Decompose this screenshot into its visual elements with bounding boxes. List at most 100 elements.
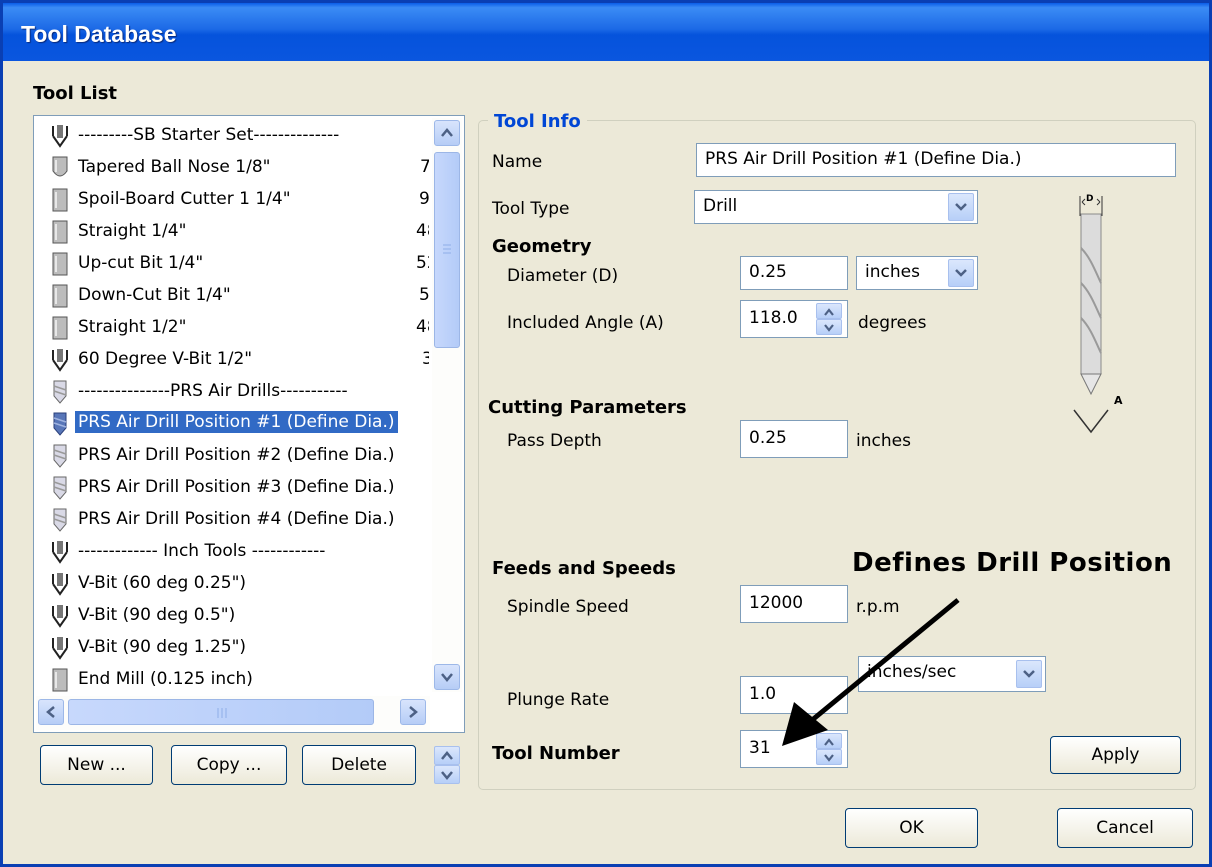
tool-item-name: Down-Cut Bit 1/4" [78,285,231,305]
chevron-down-icon [441,771,453,780]
title-bar[interactable]: Tool Database [3,3,1209,61]
tool-item-name: PRS Air Drill Position #1 (Define Dia.) [75,411,398,433]
feeds-speeds-heading: Feeds and Speeds [492,558,676,579]
tool-list-item[interactable]: V-Bit (60 deg 0.25") [34,568,429,600]
vertical-scrollbar[interactable] [432,118,462,692]
drill-diagram [1073,196,1109,434]
chevron-down-icon [1023,670,1035,678]
tool-info-title: Tool Info [488,111,587,132]
diameter-units-dropdown-button[interactable] [948,259,974,287]
drill-icon [53,412,67,436]
tool-list-item[interactable]: ------------- Inch Tools ------------ [34,536,429,568]
drill-icon [53,444,67,468]
chevron-right-icon [409,706,418,718]
grip-icon [443,244,451,254]
chevron-down-icon [441,673,453,682]
move-down-button[interactable] [434,765,460,784]
pass-depth-label: Pass Depth [507,431,602,451]
endmill-icon [52,252,68,276]
tool-list-item[interactable]: PRS Air Drill Position #3 (Define Dia.) [34,472,429,504]
tool-type-value: Drill [703,196,738,216]
tool-type-select[interactable]: Drill [694,190,978,224]
drill-icon [53,380,67,404]
vertical-scroll-thumb[interactable] [434,152,460,348]
vbit-icon [52,349,68,372]
tool-item-name: ------------- Inch Tools ------------ [78,541,326,561]
scroll-right-button[interactable] [400,699,426,725]
diameter-units-value: inches [865,262,920,282]
angle-decrement-button[interactable] [816,319,842,335]
included-angle-spinner[interactable] [816,303,842,335]
tool-type-dropdown-button[interactable] [948,193,974,221]
move-up-button[interactable] [434,746,460,765]
chevron-left-icon [46,706,55,718]
tool-item-name: Straight 1/2" [78,317,187,337]
endmill-icon [52,188,68,212]
tool-list-item[interactable]: 60 Degree V-Bit 1/2" 37-8 [34,344,429,376]
geometry-heading: Geometry [492,236,592,257]
tool-item-name: ---------SB Starter Set-------------- [78,125,340,145]
tool-list-item[interactable]: Tapered Ball Nose 1/8" 77-1 [34,152,429,184]
tool-item-name: Straight 1/4" [78,221,187,241]
cancel-button[interactable]: Cancel [1057,808,1193,848]
spindle-speed-label: Spindle Speed [507,597,629,617]
name-label: Name [492,152,543,172]
tool-list-item[interactable]: V-Bit (90 deg 1.25") [34,632,429,664]
tool-list-item[interactable]: Straight 1/2" 48-07 [34,312,429,344]
tool-item-code: 57-91 [419,285,429,305]
tool-list-item[interactable]: End Mill (0.125 inch) [34,664,429,694]
tool-list-item[interactable]: PRS Air Drill Position #4 (Define Dia.) [34,504,429,536]
rate-units-dropdown-button[interactable] [1016,660,1042,688]
scroll-left-button[interactable] [38,699,64,725]
tool-item-name: PRS Air Drill Position #2 (Define Dia.) [78,445,395,465]
apply-button[interactable]: Apply [1050,736,1181,774]
tool-item-name: PRS Air Drill Position #4 (Define Dia.) [78,509,395,529]
vbit-icon [52,573,68,596]
apply-button-label: Apply [1091,745,1140,765]
angle-increment-button[interactable] [816,303,842,319]
pass-depth-units-label: inches [856,431,911,451]
scroll-down-button[interactable] [434,664,460,690]
tool-list-item[interactable]: ---------SB Starter Set-------------- [34,120,429,152]
vbit-icon [52,541,68,564]
tool-list-item[interactable]: Spoil-Board Cutter 1 1/4" 91-0 [34,184,429,216]
vbit-icon [52,605,68,628]
ok-button[interactable]: OK [845,808,978,848]
reorder-spinner[interactable] [434,746,460,784]
diameter-input[interactable]: 0.25 [740,256,848,290]
tool-item-code: 91-0 [419,189,429,209]
tool-item-name: Spoil-Board Cutter 1 1/4" [78,189,291,209]
tool-item-code: 52-91 [416,253,429,273]
endmill-icon [52,220,68,244]
tool-item-name: ---------------PRS Air Drills----------- [78,381,348,401]
copy-tool-button[interactable]: Copy ... [171,745,287,785]
tool-list-item[interactable]: Down-Cut Bit 1/4" 57-91 [34,280,429,312]
new-tool-button[interactable]: New ... [40,745,153,785]
plunge-rate-label: Plunge Rate [507,690,610,710]
tool-list[interactable]: ---------SB Starter Set-------------- Tap… [33,115,465,733]
tool-item-code: 77-1 [420,157,429,177]
delete-tool-button[interactable]: Delete [302,745,416,785]
tool-item-name: V-Bit (60 deg 0.25") [78,573,247,593]
drill-icon [53,476,67,500]
tool-list-item[interactable]: ---------------PRS Air Drills----------- [34,376,429,408]
tool-name-input[interactable]: PRS Air Drill Position #1 (Define Dia.) [696,143,1176,177]
chevron-up-icon [441,751,453,760]
grip-icon [217,708,227,718]
scroll-up-button[interactable] [434,120,460,146]
drill-icon [53,508,67,532]
pass-depth-input[interactable]: 0.25 [740,420,848,458]
tool-item-code: 48-07 [416,317,429,337]
tool-list-item[interactable]: PRS Air Drill Position #2 (Define Dia.) [34,440,429,472]
tool-list-item[interactable]: Up-cut Bit 1/4" 52-91 [34,248,429,280]
window-title: Tool Database [21,21,177,47]
tool-list-item[interactable]: V-Bit (90 deg 0.5") [34,600,429,632]
horizontal-scroll-thumb[interactable] [68,699,374,725]
tool-item-name: Tapered Ball Nose 1/8" [78,157,271,177]
tool-item-name: Up-cut Bit 1/4" [78,253,204,273]
tool-list-item[interactable]: PRS Air Drill Position #1 (Define Dia.) [34,408,429,440]
tool-list-item[interactable]: Straight 1/4" 48-00 [34,216,429,248]
horizontal-scrollbar[interactable] [36,696,430,730]
new-button-label: New ... [67,755,126,775]
tool-item-name: PRS Air Drill Position #3 (Define Dia.) [78,477,395,497]
